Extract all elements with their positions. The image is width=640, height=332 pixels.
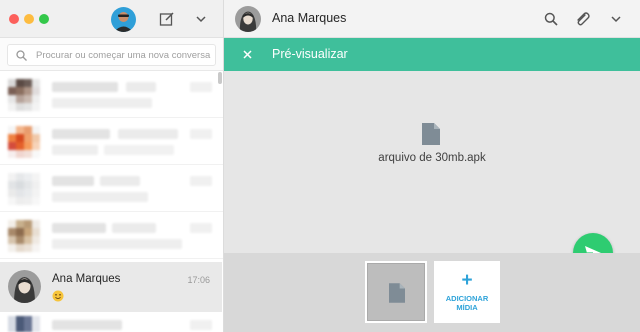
blurred-text	[52, 239, 182, 249]
blurred-text	[118, 129, 178, 139]
search-bar	[0, 38, 223, 71]
blurred-avatar	[8, 220, 40, 252]
preview-header: Pré-visualizar	[224, 38, 640, 71]
search-icon	[16, 50, 27, 61]
window-minimize-button[interactable]	[24, 14, 34, 24]
compose-icon[interactable]	[159, 11, 175, 27]
conversation-header: Ana Marques	[224, 0, 640, 38]
blurred-avatar	[8, 79, 40, 111]
smiley-emoji-icon	[52, 290, 64, 302]
list-item[interactable]	[0, 314, 222, 332]
file-name: arquivo de 30mb.apk	[378, 152, 486, 164]
blurred-text	[52, 320, 122, 330]
chat-item-ana-marques[interactable]: Ana Marques 17:06	[0, 262, 222, 312]
chat-list-panel: Ana Marques 17:06	[0, 0, 224, 332]
blurred-text	[52, 129, 110, 139]
search-input[interactable]	[36, 47, 222, 63]
attachment-thumbnail[interactable]	[365, 261, 427, 323]
avatar	[8, 270, 41, 303]
blurred-text	[112, 223, 156, 233]
file-preview-area: arquivo de 30mb.apk	[224, 71, 640, 273]
preview-title: Pré-visualizar	[272, 47, 348, 61]
close-icon[interactable]	[241, 48, 254, 61]
blurred-avatar	[8, 126, 40, 158]
window-zoom-button[interactable]	[39, 14, 49, 24]
blurred-text	[190, 176, 212, 186]
blurred-text	[52, 176, 94, 186]
conversation-panel: Ana Marques Pré-visualizar arquivo de 30…	[224, 0, 640, 332]
attachment-thumbnails: + ADICIONAR MÍDIA	[224, 253, 640, 332]
sidebar-header	[0, 0, 223, 38]
contact-name[interactable]: Ana Marques	[272, 11, 346, 25]
blurred-text	[100, 176, 140, 186]
list-item[interactable]	[0, 165, 223, 212]
blurred-text	[126, 82, 156, 92]
add-media-button[interactable]: + ADICIONAR MÍDIA	[434, 261, 500, 323]
file-icon	[389, 283, 405, 303]
add-media-label: ADICIONAR MÍDIA	[445, 294, 489, 312]
blurred-text	[52, 192, 148, 202]
list-item[interactable]	[0, 71, 223, 118]
list-item[interactable]	[0, 212, 223, 259]
blurred-avatar	[8, 316, 40, 332]
list-item[interactable]	[0, 118, 223, 165]
chat-item-name: Ana Marques	[52, 273, 121, 285]
chat-list	[0, 71, 223, 259]
blurred-avatar	[8, 173, 40, 205]
blurred-text	[190, 129, 212, 139]
chevron-down-icon[interactable]	[610, 13, 622, 25]
attach-icon[interactable]	[574, 11, 590, 27]
window-close-button[interactable]	[9, 14, 19, 24]
chat-item-time: 17:06	[187, 275, 210, 285]
blurred-text	[104, 145, 174, 155]
blurred-text	[52, 145, 98, 155]
search-icon[interactable]	[544, 12, 558, 26]
blurred-text	[190, 320, 212, 330]
file-icon	[422, 123, 440, 145]
blurred-text	[52, 82, 118, 92]
blurred-text	[52, 98, 152, 108]
blurred-text	[52, 223, 106, 233]
my-profile-avatar[interactable]	[111, 7, 136, 32]
contact-avatar[interactable]	[235, 6, 261, 32]
blurred-text	[190, 223, 212, 233]
plus-icon: +	[461, 270, 473, 291]
chevron-down-icon[interactable]	[195, 13, 207, 25]
blurred-text	[190, 82, 212, 92]
search-box[interactable]	[7, 44, 222, 66]
